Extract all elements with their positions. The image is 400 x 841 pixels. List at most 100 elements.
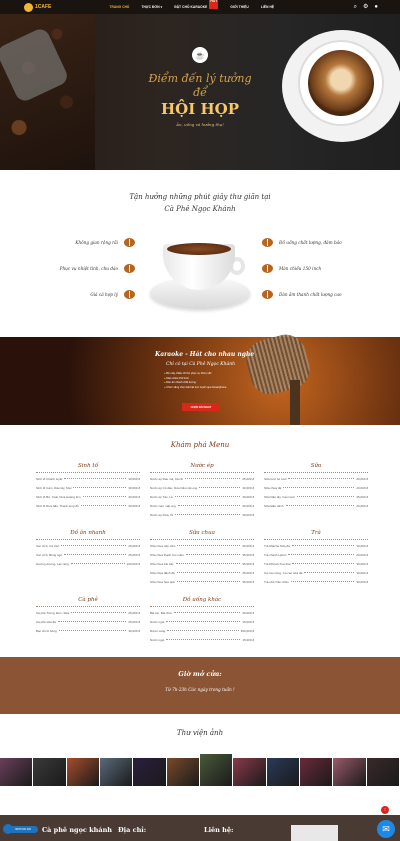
menu-item-price: 30,000 đ [242,486,254,490]
menu-item: Sinh tố Cam, Dâu tây, Kiwi 30,000 đ [36,486,140,490]
menu-category-title: Cà phê [78,597,98,603]
menu-item-price: 30,000 đ [242,611,254,615]
menu-item: Nước ngọt 15,000 đ [150,620,254,624]
menu-item-name: Sữa chua hoa quả [150,580,175,584]
menu-item: Rượu vang 350,000 đ [150,629,254,633]
menu-item-price: 20,000 đ [356,477,368,481]
hero-heading-line2: để [193,86,207,99]
karaoke-title: Karaoke - Hát cho nhau nghe [155,351,255,358]
hero-heading-line1: Điểm đến lý tưởng [148,72,252,85]
gallery-photo[interactable] [233,758,266,786]
coffee-bean-icon [262,264,273,273]
gallery-photo[interactable] [33,758,66,786]
menu-item-price: 20,000 đ [356,553,368,557]
dot-leader [64,478,127,479]
dot-leader [288,478,355,479]
dot-leader [296,496,355,497]
menu-item-price: 35,000 đ [242,553,254,557]
menu-item: Cà phê sữa đá 25,000 đ [36,620,140,624]
dot-leader [82,496,127,497]
dot-leader [290,581,355,582]
dot-leader [64,554,127,555]
menu-item-price: 35,000 đ [242,562,254,566]
gallery-photo[interactable] [200,754,233,786]
menu-item-name: Hướng dương, Lạc rang [36,562,69,566]
menu-category-title: Sữa chua [189,530,215,536]
gallery-photo[interactable] [333,758,366,786]
menu-item-name: Bia lon, Bia chai [150,611,172,615]
menu-category-divider [150,539,254,540]
dot-leader [61,545,127,546]
coffee-bean-icon [124,264,135,273]
menu-section-title: Khám phá Menu [170,441,230,449]
dot-leader [175,514,241,515]
gallery-photo[interactable] [300,758,333,786]
footer-contact-heading: Liên hệ: [204,826,234,834]
nav-item-home[interactable]: TRANG CHỦ [109,5,129,9]
menu-item: Nước ép Táo, Lê 30,000 đ [150,495,254,499]
menu-item: Trà chanh Lipton 20,000 đ [264,553,368,557]
about-title: Tận hưởng những phút giây thư giãn tại [129,193,271,201]
choose-song-button[interactable]: CHỌN BÀI NGAY [182,403,220,411]
messenger-chat-button[interactable]: ✉ [377,820,395,838]
gallery-photo[interactable] [166,758,199,786]
site-logo[interactable]: 1CAFE [24,2,51,12]
menu-item-price: 30,000 đ [128,495,140,499]
gallery-photo[interactable] [100,758,133,786]
dot-leader [177,545,241,546]
footer-map[interactable] [291,825,338,841]
feature-label: Màn chiếu 150 inch [279,266,322,271]
feature-right-1: Đồ uống chất lượng, đảm bảo [262,238,342,247]
menu-item-price: 30,000 đ [356,544,368,548]
menu-item-price: 30,000 đ [242,495,254,499]
karaoke-subtitle: Chỉ có tại Cà Phê Ngọc Khánh [166,362,236,367]
gear-icon[interactable]: ⚙ [363,4,368,10]
menu-item-price: 15,000 đ [242,620,254,624]
main-menu: TRANG CHỦ THỰC ĐƠN ▾ ĐẶT CHỖ KARAOKE HOT… [109,0,274,9]
dot-leader [166,621,241,622]
dot-leader [70,563,125,564]
nav-item-karaoke[interactable]: ĐẶT CHỖ KARAOKE [174,5,207,9]
dot-leader [73,487,127,488]
menu-item-price: 20,000 đ [356,504,368,508]
menu-item-name: Cà phê Trứng, Đen, Sữa [36,611,70,615]
menu-category-title: Đồ ăn nhanh [70,530,106,536]
dot-leader [173,612,241,613]
menu-item-name: Sữa tươi bò tươi [264,477,287,481]
menu-category-divider [264,472,368,473]
gallery-photo[interactable] [66,758,99,786]
phone-call-button[interactable]: 0978 000 345 [8,826,38,833]
menu-item-name: Sữa Dâu tây, Cam tươi [264,495,295,499]
menu-item-price: 30,000 đ [356,571,368,575]
menu-item-name: Nước ngọt [150,620,165,624]
menu-item: Sữa chua trái cây 35,000 đ [150,562,254,566]
nav-item-contact[interactable]: LIÊN HỆ [261,5,274,9]
gallery-photo[interactable] [266,758,299,786]
menu-item-name: Nước ép Củ dâu, Dưa hấu mật ong [150,486,198,490]
search-icon[interactable]: ⌕ [354,4,357,10]
feature-left-1: Không gian rộng rãi [25,238,135,247]
menu-item-name: Rượu vang [150,629,166,633]
scroll-to-top-button[interactable]: ↑ [381,806,389,814]
hero-tagline: Ăn, uống và hưởng thụ! [176,122,224,127]
nav-item-about[interactable]: GIỚI THIỆU [230,5,248,9]
menu-item: Sữa chua hoa quả 35,000 đ [150,580,254,584]
menu-category-divider [36,606,140,607]
user-icon[interactable]: ● [374,4,378,10]
feature-label: Không gian rộng rãi [75,240,118,245]
about-subtitle: Cà Phê Ngọc Khánh [164,205,236,213]
menu-item: Trà Matcha Sữa đá 30,000 đ [264,544,368,548]
gallery-photo[interactable] [366,758,399,786]
cafe-emblem-icon: ☕ [192,47,208,63]
gallery-photo[interactable] [0,758,33,786]
top-navigation: 1CAFE TRANG CHỦ THỰC ĐƠN ▾ ĐẶT CHỖ KARAO… [0,0,400,14]
coffee-bean-icon [124,238,135,247]
nav-icons: ⌕ ⚙ ● [354,4,378,10]
footer-address-heading: Địa chỉ: [118,826,147,834]
gallery-photo[interactable] [133,758,166,786]
dot-leader [292,563,355,564]
menu-item-name: Sữa chua thạch lựu mâm [150,553,184,557]
feature-label: Đồ uống chất lượng, đảm bảo [279,240,342,245]
menu-item-name: Sinh tố Dưa hấu, Thanh long đỏ [36,504,79,508]
nav-item-menu[interactable]: THỰC ĐƠN ▾ [141,5,162,9]
